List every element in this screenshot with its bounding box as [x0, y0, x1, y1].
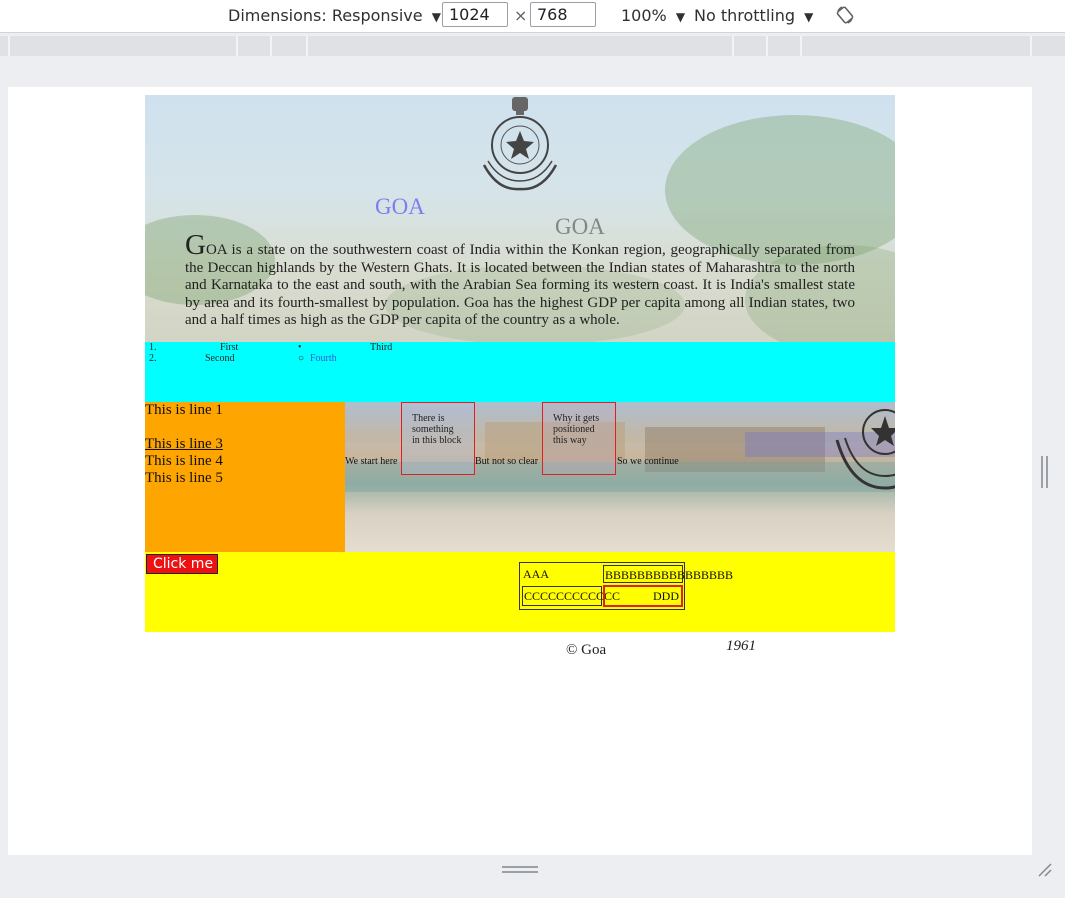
devtools-toolbar: Dimensions: Responsive ▼ 1024 × 768 100%…	[0, 0, 1065, 33]
footer-year: 1961	[726, 638, 756, 654]
positioned-box-2: Why it gets positioned this way	[542, 402, 616, 475]
list-strip: 1. 2. First Second • ○ Third Fourth	[145, 342, 895, 402]
chevron-down-icon: ▼	[804, 10, 814, 24]
list-item: Third	[370, 342, 393, 353]
goa-emblem-icon	[482, 97, 558, 191]
resize-handle-bottom[interactable]	[502, 866, 538, 873]
list-item: Second	[205, 353, 235, 364]
circle-bullet-icon: ○	[298, 353, 305, 364]
drop-cap: G	[185, 229, 206, 261]
chevron-down-icon: ▼	[675, 10, 686, 24]
inline-text: We start here	[345, 456, 398, 467]
list-item-link[interactable]: Fourth	[310, 353, 337, 364]
page-container: GOA GOA GOA is a state on the southweste…	[145, 95, 895, 692]
line-text: This is line 1	[145, 402, 223, 418]
inline-text: But not so clear	[475, 456, 539, 467]
line-link[interactable]: This is line 3	[145, 436, 223, 453]
yellow-row: Click me AAA BBBBBBBBBBBBBBBB CCCCCCCCCC…	[145, 552, 895, 632]
width-input[interactable]: 1024	[442, 2, 508, 27]
zoom-dropdown[interactable]: 100% ▼	[621, 6, 685, 25]
inline-text: So we continue	[617, 456, 679, 467]
table-cell-c: CCCCCCCCCCCC	[522, 586, 620, 606]
data-table: AAA BBBBBBBBBBBBBBBB CCCCCCCCCCCC DDD	[519, 562, 733, 610]
line-text: This is line 5	[145, 470, 223, 486]
middle-row: This is line 1 This is line 3 This is li…	[145, 402, 895, 552]
dimensions-label: Dimensions: Responsive	[228, 6, 423, 25]
box-text: There is something in this block	[412, 413, 462, 446]
chevron-down-icon: ▼	[431, 10, 441, 24]
device-viewport: GOA GOA GOA is a state on the southweste…	[8, 87, 1032, 855]
table-cell-b: BBBBBBBBBBBBBBBB	[603, 565, 733, 583]
throttling-label: No throttling	[694, 6, 796, 25]
table-cell-a: AAA	[523, 567, 549, 581]
left-sidebar: This is line 1 This is line 3 This is li…	[145, 402, 345, 552]
line-text: This is line 4	[145, 453, 223, 469]
intro-paragraph: GOA is a state on the southwestern coast…	[185, 231, 855, 330]
resize-grip-icon[interactable]	[1037, 862, 1053, 878]
list-marker: 2.	[149, 353, 157, 364]
media-query-ruler[interactable]	[0, 36, 1065, 56]
beach-image-panel: We start here There is something in this…	[345, 402, 895, 552]
list-marker: 1.	[149, 342, 157, 353]
click-me-button[interactable]: Click me	[146, 554, 218, 574]
rotate-icon[interactable]	[835, 5, 855, 25]
table-cell-d: DDD	[603, 585, 683, 607]
paragraph-text: OA is a state on the southwestern coast …	[185, 242, 855, 328]
goa-title-blue: GOA	[375, 194, 425, 219]
resize-handle-right[interactable]	[1041, 456, 1048, 488]
header-banner: GOA GOA GOA is a state on the southweste…	[145, 95, 895, 342]
goa-emblem-icon	[835, 409, 895, 490]
page-footer: © Goa 1961	[145, 632, 895, 692]
bullet-icon: •	[298, 342, 302, 353]
times-separator: ×	[514, 6, 528, 25]
height-input[interactable]: 768	[530, 2, 596, 27]
box-text: Why it gets positioned this way	[553, 413, 600, 446]
zoom-label: 100%	[621, 6, 667, 25]
throttling-dropdown[interactable]: No throttling ▼	[694, 6, 813, 25]
positioned-box-1: There is something in this block	[401, 402, 475, 475]
dimensions-dropdown[interactable]: Dimensions: Responsive ▼	[228, 6, 441, 25]
copyright-text: © Goa	[566, 642, 607, 658]
list-item: First	[220, 342, 239, 353]
